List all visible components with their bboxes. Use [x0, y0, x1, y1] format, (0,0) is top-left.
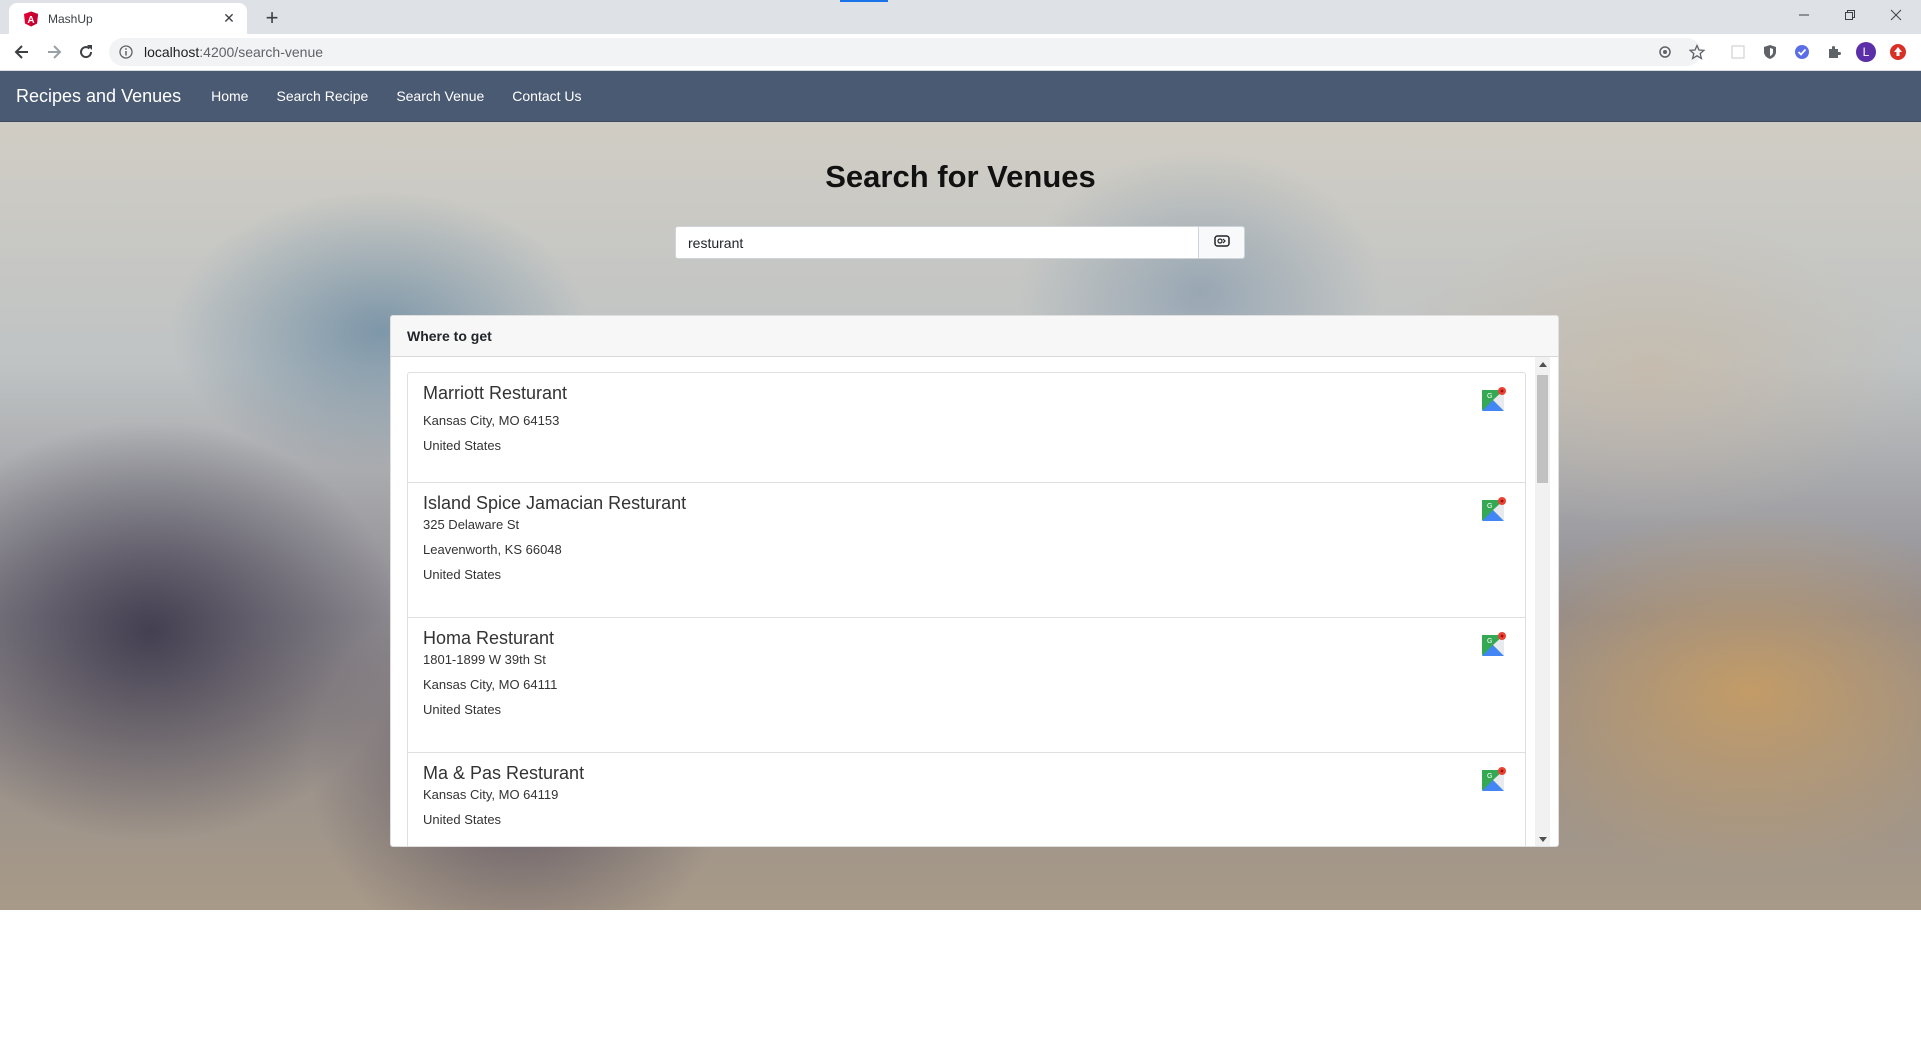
venue-address-line: United States — [423, 567, 502, 582]
venue-item[interactable]: Marriott Resturant Kansas City, MO 64153… — [407, 372, 1526, 483]
scroll-up-arrow-icon[interactable] — [1535, 357, 1550, 372]
venue-name: Ma & Pas Resturant — [423, 763, 585, 783]
scrollbar-thumb[interactable] — [1537, 375, 1548, 483]
profile-avatar[interactable]: L — [1856, 42, 1876, 62]
check-extension-icon[interactable] — [1792, 42, 1812, 62]
results-card-header: Where to get — [391, 316, 1558, 357]
venue-list: Marriott Resturant Kansas City, MO 64153… — [407, 372, 1526, 846]
site-info-icon[interactable] — [118, 44, 134, 60]
forward-arrow-icon[interactable] — [40, 38, 68, 66]
tab-close-icon[interactable]: ✕ — [221, 10, 237, 27]
tab-strip-indicator — [840, 0, 888, 2]
navbar-brand[interactable]: Recipes and Venues — [16, 86, 181, 107]
restore-icon[interactable] — [1827, 0, 1873, 30]
angular-favicon-icon: A — [23, 11, 39, 27]
site-navbar: Recipes and Venues Home Search Recipe Se… — [0, 71, 1921, 122]
results-card: Where to get Marriott Resturant Kansas C… — [390, 315, 1559, 847]
extensions-puzzle-icon[interactable] — [1824, 42, 1844, 62]
venue-address-line: 1801-1899 W 39th St — [423, 652, 546, 667]
venue-search-group — [675, 226, 1245, 259]
tab-title: MashUp — [48, 11, 93, 26]
google-maps-icon[interactable]: G — [1481, 496, 1507, 522]
nav-link-search-venue[interactable]: Search Venue — [396, 88, 484, 104]
browser-tabstrip: A MashUp ✕ + — [0, 0, 1921, 34]
url-host: localhost — [144, 44, 200, 60]
venue-name: Homa Resturant — [423, 628, 555, 648]
results-scrollbar[interactable] — [1535, 357, 1550, 846]
venue-address-line: Kansas City, MO 64153 — [423, 413, 560, 428]
venue-address-line: Kansas City, MO 64111 — [423, 677, 558, 692]
venue-item[interactable]: Ma & Pas Resturant Kansas City, MO 64119… — [407, 752, 1526, 846]
google-maps-icon[interactable]: G — [1481, 766, 1507, 792]
back-arrow-icon[interactable] — [8, 38, 36, 66]
venue-address-line: United States — [423, 438, 502, 453]
svg-text:G: G — [1487, 393, 1492, 400]
venue-item[interactable]: Homa Resturant 1801-1899 W 39th St Kansa… — [407, 617, 1526, 753]
google-maps-icon[interactable]: G — [1481, 631, 1507, 657]
nav-link-home[interactable]: Home — [211, 88, 248, 104]
venue-address-line: United States — [423, 812, 502, 827]
page-bottom-whitespace — [0, 910, 1921, 1050]
reload-icon[interactable] — [72, 38, 100, 66]
venue-address-line: 325 Delaware St — [423, 517, 520, 532]
update-menu-icon[interactable] — [1888, 42, 1908, 62]
scroll-down-arrow-icon[interactable] — [1535, 832, 1550, 846]
venue-address-line: United States — [423, 702, 502, 717]
nav-link-search-recipe[interactable]: Search Recipe — [276, 88, 368, 104]
address-bar[interactable]: localhost:4200/search-venue — [109, 38, 1701, 66]
extension-blank-icon[interactable] — [1728, 42, 1748, 62]
close-window-icon[interactable] — [1873, 0, 1919, 30]
shield-extension-icon[interactable] — [1760, 42, 1780, 62]
svg-text:G: G — [1487, 773, 1492, 780]
url-text: localhost:4200/search-venue — [144, 44, 323, 60]
browser-tab-mashup[interactable]: A MashUp ✕ — [9, 3, 247, 34]
venue-search-input[interactable] — [675, 226, 1199, 259]
venue-item[interactable]: Island Spice Jamacian Resturant 325 Dela… — [407, 482, 1526, 618]
search-button[interactable] — [1199, 226, 1245, 259]
venue-name: Marriott Resturant — [423, 383, 568, 403]
bookmark-star-icon[interactable] — [1687, 42, 1707, 62]
new-tab-button[interactable]: + — [258, 5, 286, 33]
location-target-icon[interactable] — [1655, 42, 1675, 62]
google-maps-icon[interactable]: G — [1481, 386, 1507, 412]
svg-text:A: A — [27, 15, 34, 26]
venue-address-line: Leavenworth, KS 66048 — [423, 542, 562, 557]
svg-text:G: G — [1487, 503, 1492, 510]
results-scroll-area[interactable]: Marriott Resturant Kansas City, MO 64153… — [391, 357, 1558, 846]
url-path: :4200/search-venue — [199, 44, 324, 60]
page-background: Recipes and Venues Home Search Recipe Se… — [0, 71, 1921, 911]
minimize-icon[interactable] — [1781, 0, 1827, 30]
venue-name: Island Spice Jamacian Resturant — [423, 493, 687, 513]
search-go-icon — [1213, 234, 1230, 252]
page-title: Search for Venues — [825, 159, 1096, 194]
venue-address-line: Kansas City, MO 64119 — [423, 787, 559, 802]
profile-initial: L — [1862, 45, 1870, 59]
browser-toolbar: localhost:4200/search-venue L — [0, 34, 1921, 71]
svg-text:G: G — [1487, 638, 1492, 645]
nav-link-contact-us[interactable]: Contact Us — [512, 88, 581, 104]
